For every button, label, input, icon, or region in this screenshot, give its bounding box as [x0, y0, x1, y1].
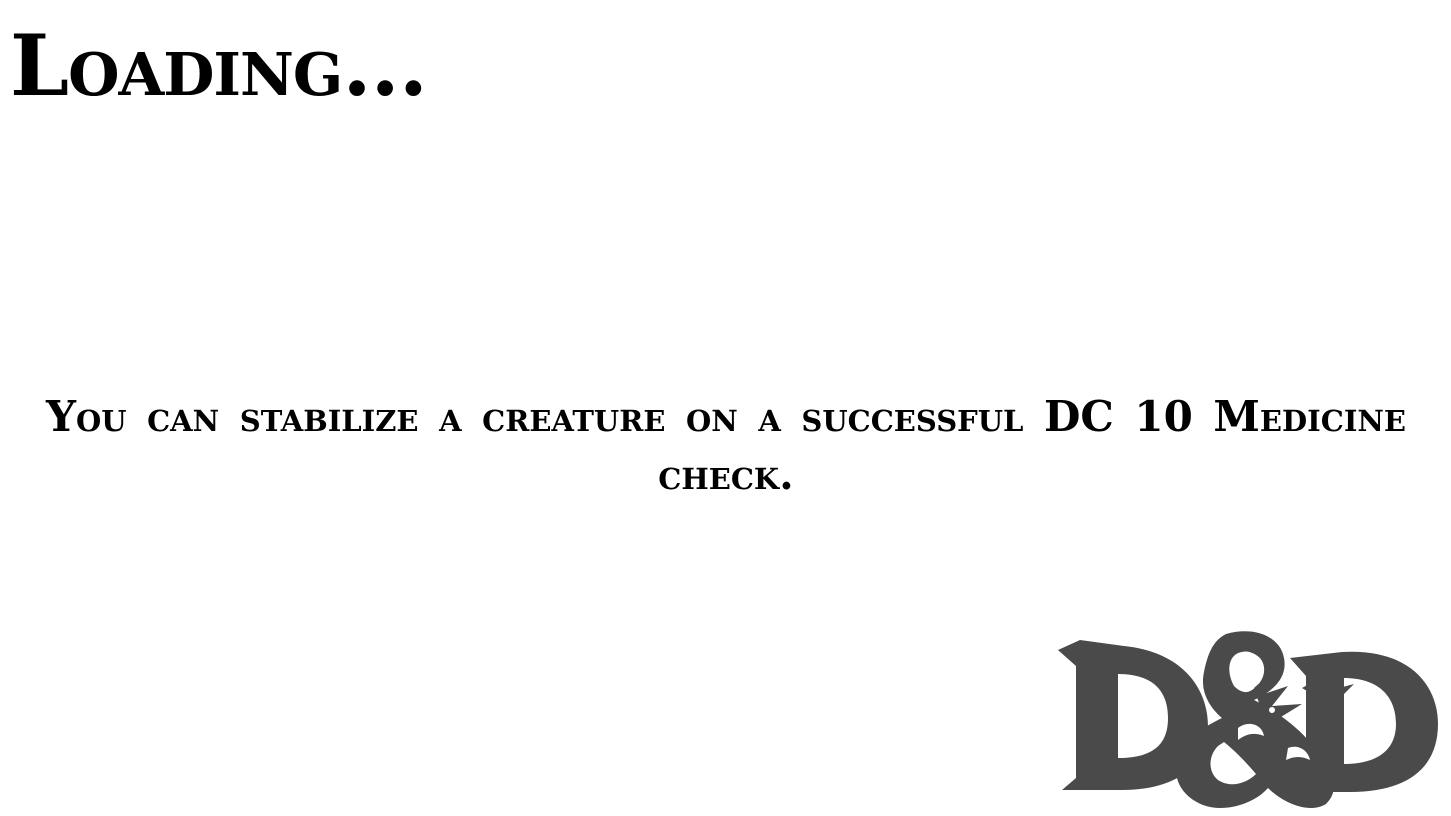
dnd-logo-icon [1058, 631, 1438, 809]
loading-title: Loading... [10, 16, 428, 115]
loading-tip: You can stabilize a creature on a succes… [46, 392, 1406, 499]
